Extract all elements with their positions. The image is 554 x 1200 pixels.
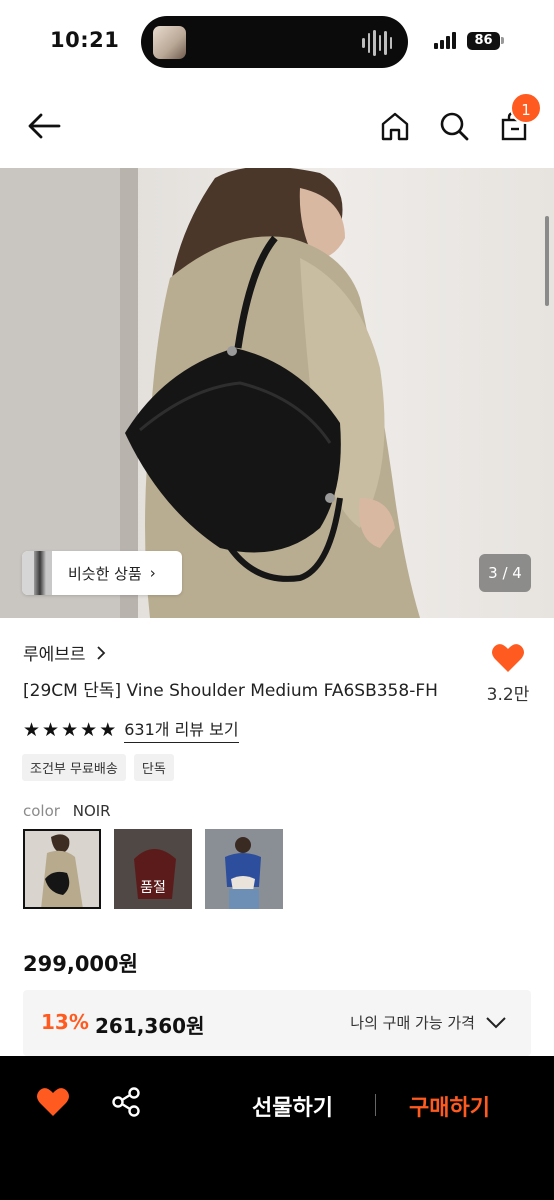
star-icon: ★ xyxy=(42,718,60,741)
bottom-like-button[interactable] xyxy=(36,1086,70,1122)
original-price: 299,000원 xyxy=(23,952,138,976)
star-icon: ★ xyxy=(61,718,79,741)
search-icon xyxy=(440,112,469,141)
tag-exclusive: 단독 xyxy=(133,754,174,781)
status-bar: 10:21 86 xyxy=(0,0,554,84)
discount-percent: 13% xyxy=(41,1010,89,1034)
similar-products-label: 비슷한 상품 xyxy=(68,564,142,583)
image-counter: 3 / 4 xyxy=(479,554,531,592)
now-playing-artwork xyxy=(153,26,186,59)
product-image-carousel[interactable]: 비슷한 상품 › 3 / 4 xyxy=(0,168,554,618)
color-row: color NOIR xyxy=(23,802,111,820)
color-value: NOIR xyxy=(72,802,111,820)
top-nav xyxy=(0,84,554,168)
discount-price-box: 13% 261,360원 나의 구매 가능 가격 xyxy=(23,990,531,1056)
status-time: 10:21 xyxy=(50,28,120,52)
discount-price: 261,360원 xyxy=(95,1014,205,1038)
color-label: color xyxy=(23,802,60,820)
back-button[interactable] xyxy=(24,104,64,148)
similar-products-button[interactable]: 비슷한 상품 › xyxy=(22,551,182,595)
color-swatch-cream[interactable] xyxy=(205,829,283,909)
back-arrow-icon xyxy=(28,113,61,139)
home-icon xyxy=(381,112,409,141)
bottom-action-bar: 선물하기 구매하기 xyxy=(0,1056,554,1200)
battery-tip xyxy=(501,37,504,44)
like-count: 3.2만 xyxy=(486,685,530,705)
chevron-down-icon xyxy=(486,1016,506,1028)
star-icon: ★ xyxy=(99,718,117,741)
my-price-label: 나의 구매 가능 가격 xyxy=(350,1014,475,1032)
share-icon xyxy=(112,1087,140,1117)
star-icon: ★ xyxy=(23,718,41,741)
swatch-image xyxy=(205,829,283,909)
swatch-image xyxy=(23,829,101,909)
color-swatch-noir[interactable] xyxy=(23,829,101,909)
my-price-toggle[interactable]: 나의 구매 가능 가격 xyxy=(350,1012,507,1033)
audio-wave-icon xyxy=(362,30,392,56)
share-button[interactable] xyxy=(110,1086,142,1122)
tag-free-shipping: 조건부 무료배송 xyxy=(22,754,126,781)
swatch-image xyxy=(114,829,192,909)
chevron-right-icon xyxy=(96,645,105,660)
rating-row: ★ ★ ★ ★ ★ 631개 리뷰 보기 xyxy=(23,716,239,743)
bottom-divider xyxy=(375,1094,376,1116)
product-name: [29CM 단독] Vine Shoulder Medium FA6SB358-… xyxy=(23,681,438,701)
buy-button[interactable]: 구매하기 xyxy=(409,1090,490,1122)
sold-out-label: 품절 xyxy=(140,880,166,896)
star-icon: ★ xyxy=(80,718,98,741)
home-button[interactable] xyxy=(375,104,415,148)
battery-icon: 86 xyxy=(467,32,500,50)
image-scroll-indicator xyxy=(545,216,549,306)
like-button[interactable]: 3.2만 xyxy=(480,642,536,705)
brand-name: 루에브르 xyxy=(23,645,86,665)
search-button[interactable] xyxy=(434,104,474,148)
cart-count-badge: 1 xyxy=(510,92,542,124)
heart-icon xyxy=(37,1088,69,1116)
product-tags: 조건부 무료배송 단독 xyxy=(22,754,174,781)
color-swatch-red[interactable]: 품절 xyxy=(114,829,192,909)
gift-button[interactable]: 선물하기 xyxy=(252,1090,333,1122)
similar-products-thumbnail xyxy=(22,551,52,595)
chevron-right-icon: › xyxy=(149,564,156,582)
brand-link[interactable]: 루에브르 xyxy=(23,640,106,665)
signal-icon xyxy=(434,32,456,49)
heart-icon xyxy=(492,644,524,672)
dynamic-island[interactable] xyxy=(141,16,408,68)
reviews-link[interactable]: 631개 리뷰 보기 xyxy=(124,716,239,743)
